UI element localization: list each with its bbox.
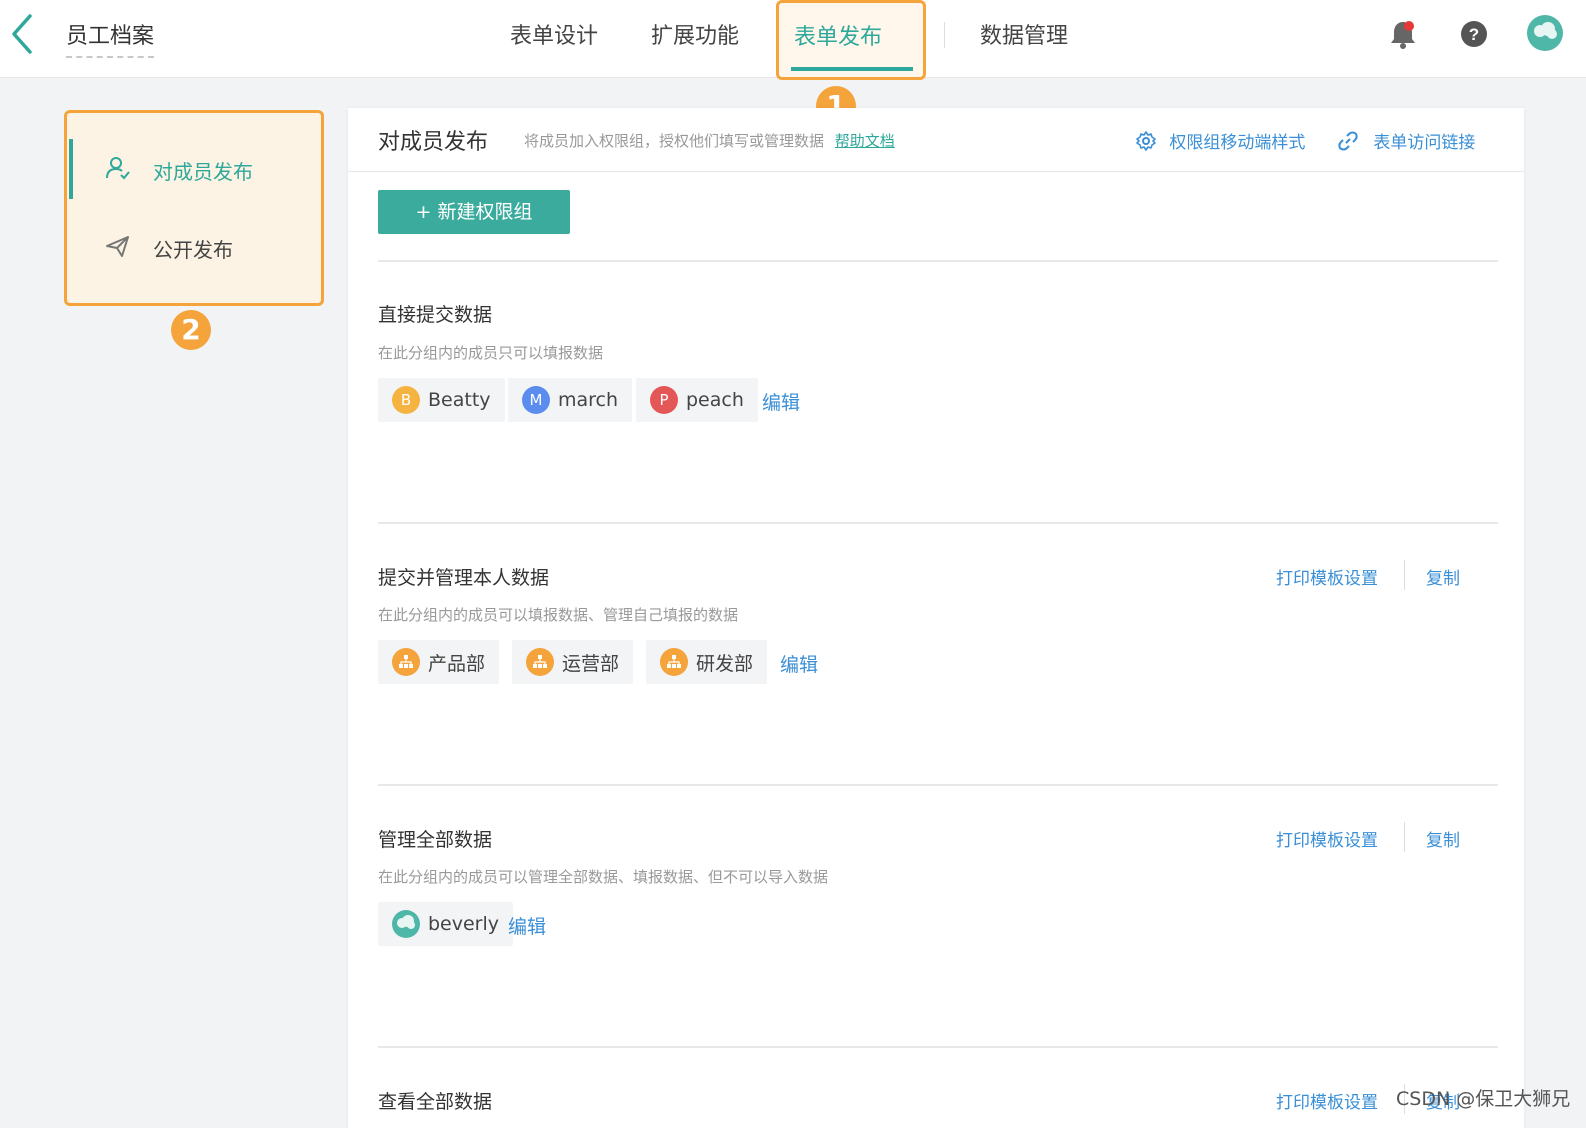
tab-form-design[interactable]: 表单设计	[510, 18, 598, 50]
panel-title: 对成员发布	[378, 130, 489, 155]
member-icon	[105, 155, 131, 185]
section-divider	[378, 784, 1498, 786]
app-title[interactable]: 员工档案	[66, 18, 155, 58]
avatar: B	[392, 386, 420, 414]
sidebar-item-label: 公开发布	[153, 238, 233, 262]
link-divider	[1404, 822, 1405, 852]
user-avatar[interactable]	[1526, 14, 1564, 56]
member-name: Beatty	[428, 389, 491, 411]
svg-text:?: ?	[1469, 25, 1479, 44]
form-access-label: 表单访问链接	[1373, 133, 1476, 153]
watermark: CSDN @保卫大狮兄	[1396, 1088, 1571, 1110]
group-description: 在此分组内的成员只可以填报数据	[378, 344, 604, 362]
group-description: 在此分组内的成员可以管理全部数据、填报数据、但不可以导入数据	[378, 868, 829, 886]
group-title: 直接提交数据	[378, 304, 493, 326]
member-name: peach	[686, 389, 744, 411]
member-name: beverly	[428, 913, 500, 935]
panel-header: 对成员发布 将成员加入权限组，授权他们填写或管理数据 帮助文档 权限组移动端样式…	[348, 108, 1524, 172]
department-icon	[660, 648, 688, 676]
new-permission-group-button[interactable]: + 新建权限组	[378, 190, 570, 234]
help-icon[interactable]: ?	[1460, 20, 1488, 52]
mobile-style-link[interactable]: 权限组移动端样式	[1136, 128, 1305, 153]
avatar	[392, 910, 420, 938]
sidebar-item-label: 对成员发布	[153, 160, 253, 184]
link-divider	[1404, 560, 1405, 590]
nav-divider	[944, 22, 945, 48]
publish-panel: 对成员发布 将成员加入权限组，授权他们填写或管理数据 帮助文档 权限组移动端样式…	[348, 108, 1524, 1128]
tab-form-publish-highlight[interactable]: 表单发布	[776, 0, 926, 80]
tab-form-publish[interactable]: 表单发布	[794, 19, 882, 51]
section-divider	[378, 522, 1498, 524]
sidebar-active-bar	[69, 139, 73, 199]
publish-sidebar: 对成员发布 公开发布	[64, 110, 324, 306]
active-tab-indicator	[791, 67, 913, 71]
member-chip: B Beatty	[378, 378, 505, 422]
step-badge-2: 2	[171, 310, 211, 350]
print-template-link[interactable]: 打印模板设置	[1276, 826, 1378, 851]
help-doc-link[interactable]: 帮助文档	[835, 132, 895, 150]
section-divider	[378, 260, 1498, 262]
panel-description: 将成员加入权限组，授权他们填写或管理数据 帮助文档	[524, 130, 895, 151]
group-title: 管理全部数据	[378, 829, 493, 851]
department-chip: 运营部	[512, 640, 634, 684]
gear-icon	[1136, 131, 1161, 156]
copy-group-link[interactable]: 复制	[1426, 826, 1460, 851]
group-description: 在此分组内的成员可以填报数据、管理自己填报的数据	[378, 606, 739, 624]
edit-members-link[interactable]: 编辑	[508, 912, 546, 939]
department-chip: 产品部	[378, 640, 500, 684]
department-name: 研发部	[696, 652, 754, 675]
department-name: 运营部	[562, 652, 620, 675]
send-icon	[105, 233, 131, 263]
print-template-link[interactable]: 打印模板设置	[1276, 1088, 1378, 1113]
top-bar: 员工档案 表单设计 扩展功能 表单发布 数据管理 ?	[0, 0, 1586, 80]
department-icon	[392, 648, 420, 676]
edit-members-link[interactable]: 编辑	[762, 388, 800, 415]
member-chip: beverly	[378, 902, 514, 946]
notification-bell-icon[interactable]	[1388, 18, 1418, 56]
group-title: 提交并管理本人数据	[378, 567, 550, 589]
section-divider	[378, 1046, 1498, 1048]
member-chip: P peach	[636, 378, 758, 422]
tab-extensions[interactable]: 扩展功能	[651, 18, 739, 50]
mobile-style-label: 权限组移动端样式	[1169, 133, 1306, 153]
edit-members-link[interactable]: 编辑	[780, 650, 818, 677]
sidebar-item-member-publish[interactable]: 对成员发布	[67, 139, 321, 199]
copy-group-link[interactable]: 复制	[1426, 564, 1460, 589]
tab-data-management[interactable]: 数据管理	[980, 18, 1068, 50]
form-access-link[interactable]: 表单访问链接	[1338, 128, 1475, 153]
print-template-link[interactable]: 打印模板设置	[1276, 564, 1378, 589]
panel-description-text: 将成员加入权限组，授权他们填写或管理数据	[524, 132, 825, 150]
member-chip: M march	[508, 378, 633, 422]
department-chip: 研发部	[646, 640, 768, 684]
department-name: 产品部	[428, 652, 486, 675]
avatar: P	[650, 386, 678, 414]
member-name: march	[558, 389, 619, 411]
department-icon	[526, 648, 554, 676]
avatar: M	[522, 386, 550, 414]
group-title: 查看全部数据	[378, 1091, 493, 1113]
sidebar-item-public-publish[interactable]: 公开发布	[67, 217, 321, 277]
back-icon[interactable]	[8, 12, 38, 56]
link-icon	[1338, 131, 1363, 156]
